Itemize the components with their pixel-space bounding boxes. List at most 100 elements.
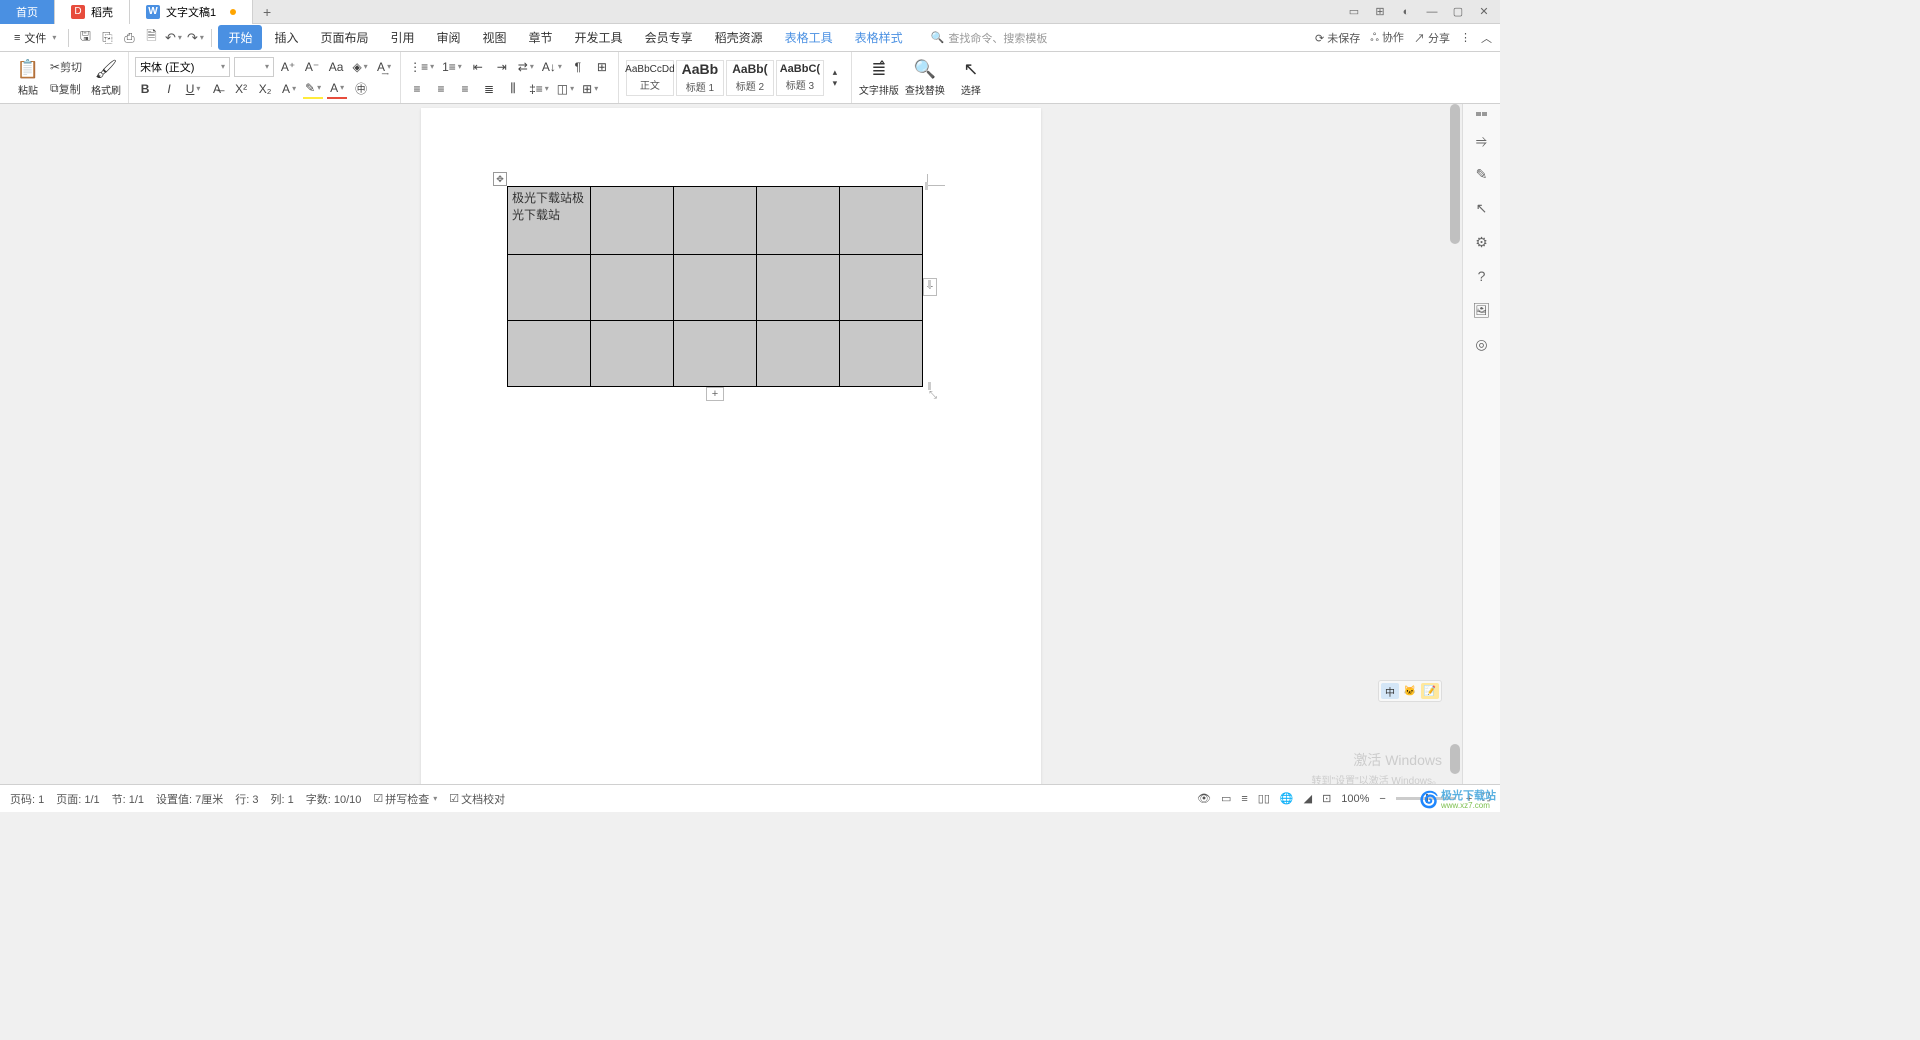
status-page[interactable]: 页面: 1/1 xyxy=(56,791,99,807)
styles-more-icon[interactable]: ▴▾ xyxy=(825,60,845,96)
view-web-icon[interactable]: 🌐 xyxy=(1280,792,1294,805)
strike-button[interactable]: A̶ xyxy=(207,79,227,99)
tab-icon[interactable]: ⇄▾ xyxy=(516,57,536,77)
preview-icon[interactable]: 🗎 xyxy=(141,28,161,48)
ime-note-icon[interactable]: 📝 xyxy=(1421,683,1439,699)
char-zoom-icon[interactable]: A͢▾ xyxy=(374,57,394,77)
italic-button[interactable]: I xyxy=(159,79,179,99)
status-section[interactable]: 节: 1/1 xyxy=(112,791,144,807)
bold-button[interactable]: B xyxy=(135,79,155,99)
collapse-ribbon-icon[interactable]: ︿ xyxy=(1481,30,1492,46)
image-icon[interactable]: 🖼 xyxy=(1472,300,1492,320)
menu-tabletool[interactable]: 表格工具 xyxy=(775,25,843,50)
tab-home[interactable]: 首页 xyxy=(0,0,55,24)
table-cell[interactable] xyxy=(840,187,923,255)
fullscreen-icon[interactable]: ⛶ xyxy=(1482,792,1490,805)
style-h2[interactable]: AaBb(标题 2 xyxy=(726,60,774,96)
menu-tablestyle[interactable]: 表格样式 xyxy=(845,25,913,50)
search-command[interactable]: 🔍 查找命令、搜索模板 xyxy=(931,30,1048,46)
format-painter-button[interactable]: 🖌 格式刷 xyxy=(90,59,122,97)
style-h3[interactable]: AaBbC(标题 3 xyxy=(776,60,824,96)
font-family-select[interactable]: 宋体 (正文)▾ xyxy=(135,57,230,77)
table-cell[interactable] xyxy=(508,255,591,321)
rocket-icon[interactable]: ⥤ xyxy=(1472,130,1492,150)
table-cell[interactable]: 极光下载站极光下载站 xyxy=(508,187,591,255)
view-page-icon[interactable]: ▭ xyxy=(1221,792,1231,805)
shrink-font-icon[interactable]: A⁻ xyxy=(302,57,322,77)
save-icon[interactable]: 🖫 xyxy=(75,28,95,48)
saveas-icon[interactable]: ⎘ xyxy=(97,28,117,48)
menu-insert[interactable]: 插入 xyxy=(264,25,308,50)
ime-cat-icon[interactable]: 🐱 xyxy=(1401,683,1419,699)
more-icon[interactable]: ⋮ xyxy=(1460,31,1471,44)
location-icon[interactable]: ◎ xyxy=(1472,334,1492,354)
document-table[interactable]: 极光下载站极光下载站 xyxy=(507,186,923,387)
minimize-button[interactable]: ― xyxy=(1424,4,1440,20)
vertical-scrollbar[interactable] xyxy=(1448,104,1462,784)
menu-layout[interactable]: 页面布局 xyxy=(310,25,378,50)
style-h1[interactable]: AaBb标题 1 xyxy=(676,60,724,96)
redo-icon[interactable]: ↷▾ xyxy=(185,28,205,48)
scrollbar-thumb-bottom[interactable] xyxy=(1450,744,1460,774)
align-center-icon[interactable]: ≡ xyxy=(431,79,451,99)
text-layout-button[interactable]: ≣̂文字排版 xyxy=(858,52,900,103)
unsaved-status[interactable]: ⟳ 未保存 xyxy=(1315,30,1360,46)
zoom-out-icon[interactable]: − xyxy=(1379,793,1385,805)
status-words[interactable]: 字数: 10/10 xyxy=(306,791,362,807)
zoom-slider[interactable] xyxy=(1396,797,1456,800)
menu-ref[interactable]: 引用 xyxy=(380,25,424,50)
table-cell[interactable] xyxy=(757,255,840,321)
highlight-button[interactable]: ✎▾ xyxy=(303,79,323,99)
font-size-select[interactable]: ▾ xyxy=(234,57,274,77)
status-row[interactable]: 行: 3 xyxy=(235,791,258,807)
table-cell[interactable] xyxy=(757,321,840,387)
zoom-value[interactable]: 100% xyxy=(1341,793,1369,805)
user-icon[interactable]: ◐ xyxy=(1398,4,1414,20)
tab-add[interactable]: + xyxy=(253,4,281,20)
menu-start[interactable]: 开始 xyxy=(218,25,262,50)
align-right-icon[interactable]: ≡ xyxy=(455,79,475,99)
status-position[interactable]: 设置值: 7厘米 xyxy=(156,791,223,807)
align-justify-icon[interactable]: ≣ xyxy=(479,79,499,99)
fit-icon[interactable]: ⊡ xyxy=(1322,792,1331,805)
file-menu[interactable]: ≡ 文件 ▾ xyxy=(8,28,62,48)
grow-font-icon[interactable]: A⁺ xyxy=(278,57,298,77)
add-row-button[interactable]: + xyxy=(706,387,724,401)
table-cell[interactable] xyxy=(840,321,923,387)
text-effect-button[interactable]: A▾ xyxy=(279,79,299,99)
change-case-icon[interactable]: Aa xyxy=(326,57,346,77)
subscript-button[interactable]: X₂ xyxy=(255,79,275,99)
sidebar-handle[interactable] xyxy=(1476,112,1488,116)
outdent-icon[interactable]: ⇤ xyxy=(468,57,488,77)
table-cell[interactable] xyxy=(840,255,923,321)
paragraph-mark-icon[interactable]: ¶ xyxy=(568,57,588,77)
clear-format-icon[interactable]: ◈▾ xyxy=(350,57,370,77)
floating-ime-toolbar[interactable]: 中 🐱 📝 xyxy=(1378,680,1442,702)
find-replace-button[interactable]: 🔍查找替换 xyxy=(904,52,946,103)
table-cell[interactable] xyxy=(591,187,674,255)
spell-check-toggle[interactable]: ☑ 拼写检查 ▾ xyxy=(373,791,437,807)
table-cell[interactable] xyxy=(674,255,757,321)
line-spacing-icon[interactable]: ‡≡▾ xyxy=(527,79,551,99)
table-cell[interactable] xyxy=(674,321,757,387)
style-normal[interactable]: AaBbCcDd正文 xyxy=(626,60,674,96)
share-button[interactable]: ↗ 分享 xyxy=(1414,30,1450,46)
zoom-in-icon[interactable]: + xyxy=(1466,793,1472,805)
scrollbar-thumb[interactable] xyxy=(1450,104,1460,244)
view-outline-icon[interactable]: ≡ xyxy=(1241,793,1247,805)
paste-button[interactable]: 📋 粘贴 xyxy=(14,59,42,97)
underline-button[interactable]: U▾ xyxy=(183,79,203,99)
proof-button[interactable]: ☑ 文档校对 xyxy=(449,791,505,807)
borders-icon[interactable]: ⊞▾ xyxy=(580,79,600,99)
phonetic-button[interactable]: ㊥ xyxy=(351,79,371,99)
help-icon[interactable]: ? xyxy=(1472,266,1492,286)
align-left-icon[interactable]: ≡ xyxy=(407,79,427,99)
cut-button[interactable]: ✂ 剪切 xyxy=(48,57,84,77)
close-button[interactable]: ✕ xyxy=(1476,4,1492,20)
layout-icon[interactable]: ▭ xyxy=(1346,4,1362,20)
menu-chapter[interactable]: 章节 xyxy=(519,25,563,50)
tab-doke[interactable]: D 稻壳 xyxy=(55,0,130,24)
settings-icon[interactable]: ⚙ xyxy=(1472,232,1492,252)
table-cell[interactable] xyxy=(508,321,591,387)
sort-icon[interactable]: A↓▾ xyxy=(540,57,564,77)
